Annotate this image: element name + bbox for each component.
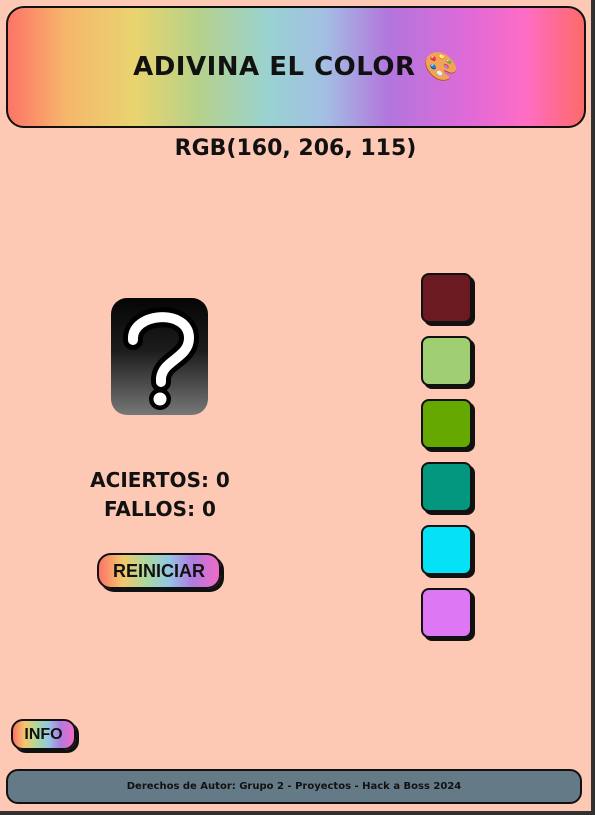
- footer-copyright-text: Derechos de Autor: Grupo 2 - Proyectos -…: [126, 781, 462, 792]
- color-swatch-6[interactable]: [421, 588, 472, 638]
- reset-button[interactable]: REINICIAR: [97, 553, 221, 589]
- footer: Derechos de Autor: Grupo 2 - Proyectos -…: [6, 769, 582, 804]
- header-banner: ADIVINA EL COLOR 🎨: [6, 6, 586, 128]
- game-page: ADIVINA EL COLOR 🎨 RGB(160, 206, 115) AC…: [0, 0, 593, 813]
- info-button[interactable]: INFO: [11, 719, 76, 750]
- target-rgb-text: RGB(160, 206, 115): [174, 136, 417, 161]
- color-swatch-1[interactable]: [421, 273, 472, 323]
- color-swatch-2[interactable]: [421, 336, 472, 386]
- aciertos-counter: ACIERTOS: 0: [90, 468, 230, 492]
- title-text: ADIVINA EL COLOR: [133, 52, 416, 82]
- question-mark-icon: [111, 298, 208, 415]
- color-swatch-5[interactable]: [421, 525, 472, 575]
- fallos-counter: FALLOS: 0: [104, 497, 216, 521]
- palette-icon: 🎨: [423, 50, 459, 83]
- color-swatch-4[interactable]: [421, 462, 472, 512]
- color-swatch-3[interactable]: [421, 399, 472, 449]
- page-title: ADIVINA EL COLOR 🎨: [133, 52, 459, 82]
- score-panel: ACIERTOS: 0 FALLOS: 0: [60, 466, 260, 524]
